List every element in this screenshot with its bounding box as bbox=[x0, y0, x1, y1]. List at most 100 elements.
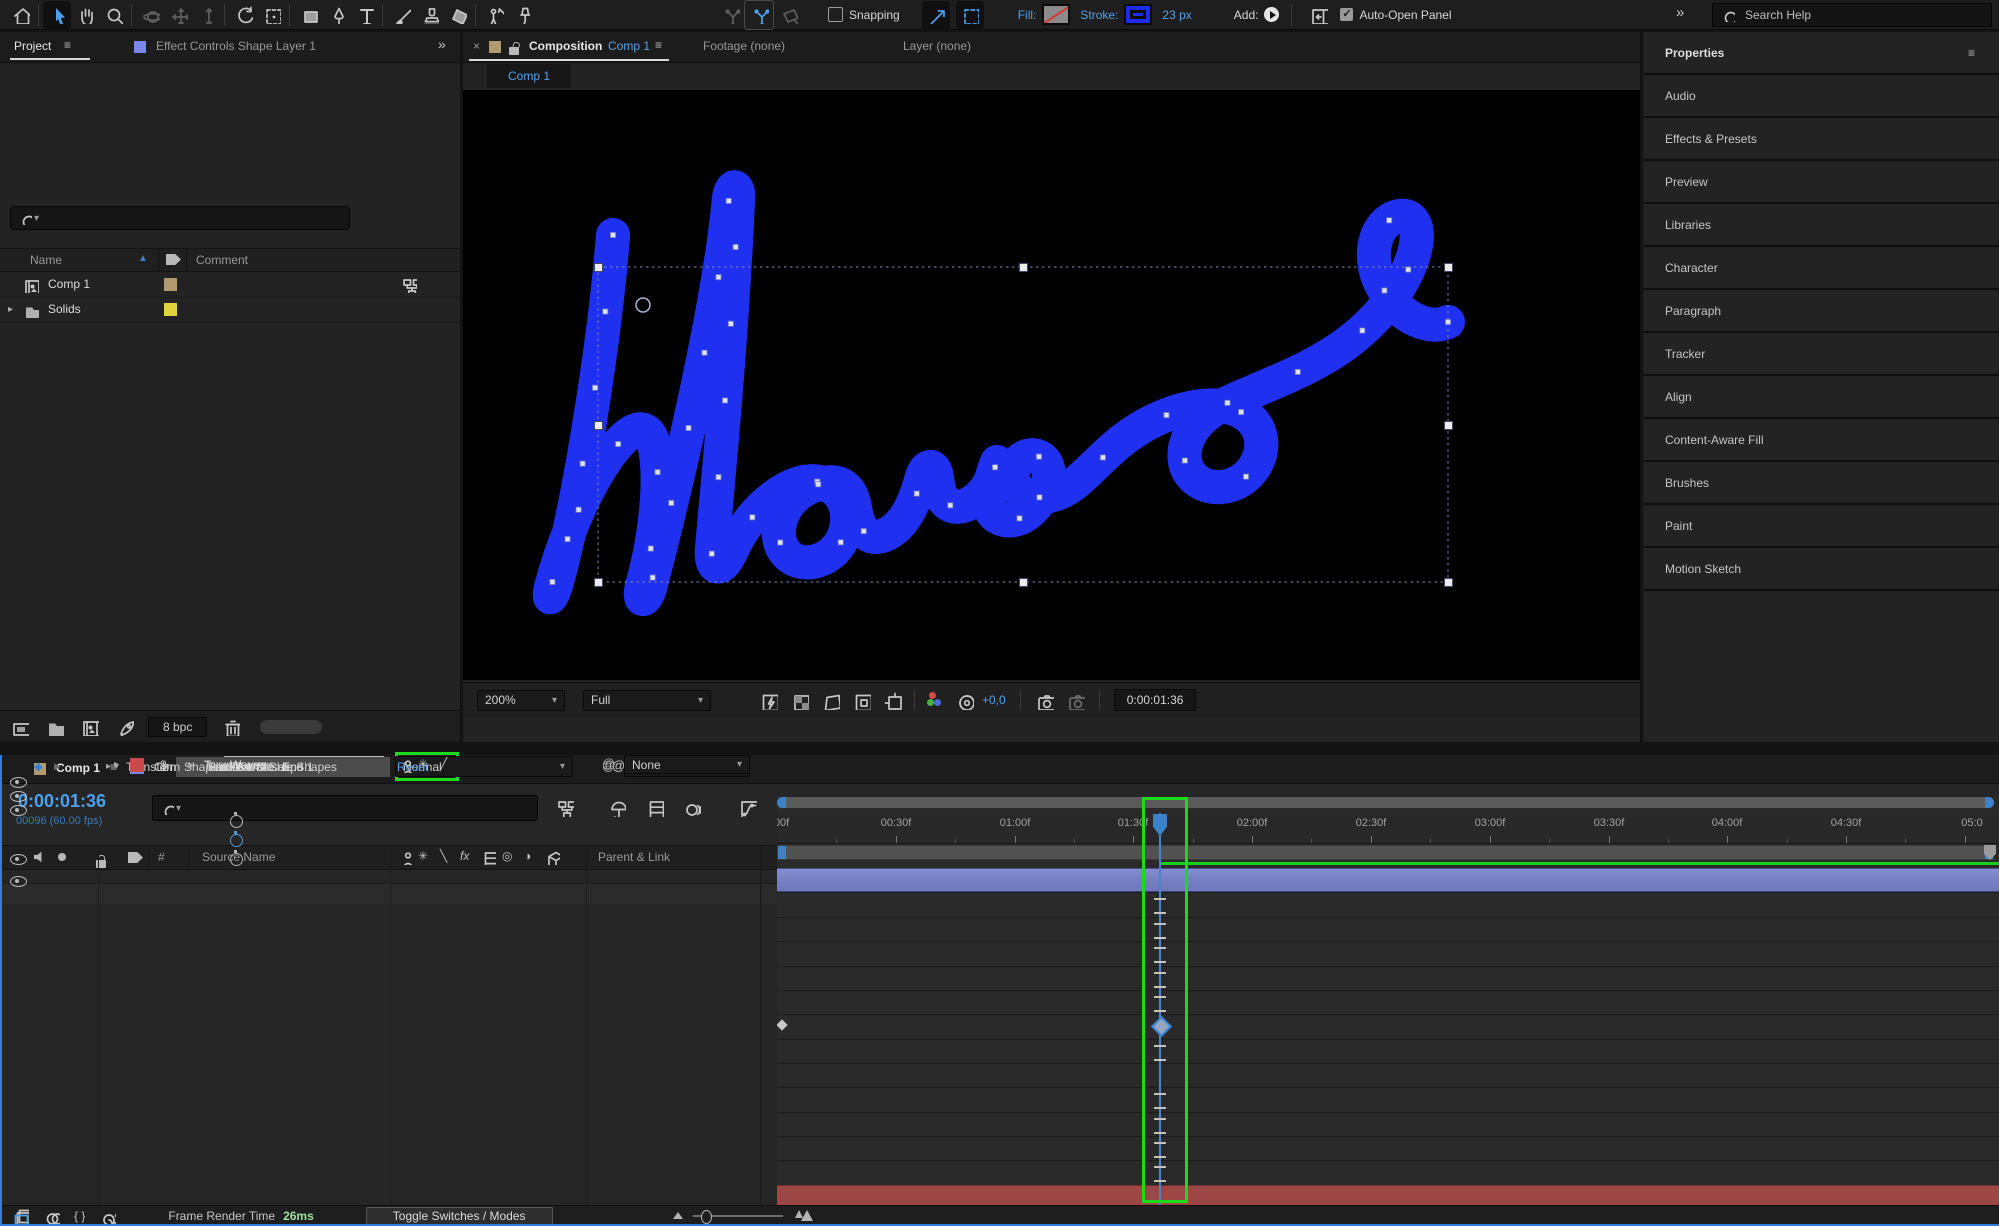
panel-item-brushes[interactable]: Brushes bbox=[1643, 462, 1999, 505]
timeline-search-box[interactable]: ▾ bbox=[152, 795, 538, 821]
keyframe-toggle-icon[interactable]: ◆ bbox=[34, 760, 42, 773]
footer-scrollbar[interactable] bbox=[260, 720, 322, 734]
project-search-box[interactable]: ▾ bbox=[10, 206, 350, 230]
panel-item-libraries[interactable]: Libraries bbox=[1643, 204, 1999, 247]
camera-frame-tool-icon[interactable] bbox=[257, 1, 285, 29]
search-options-chevron-icon[interactable]: ▾ bbox=[34, 213, 39, 224]
lock-open-icon[interactable] bbox=[509, 47, 519, 55]
panel-item-properties[interactable]: Properties ≡ bbox=[1643, 32, 1999, 75]
toolbar-overflow-chevrons[interactable]: » bbox=[1676, 4, 1684, 21]
auto-open-checkbox[interactable]: ✓ bbox=[1340, 8, 1353, 21]
fast-previews-icon[interactable] bbox=[759, 691, 778, 710]
project-item-name[interactable]: Comp 1 bbox=[48, 277, 90, 291]
stopwatch-icon[interactable] bbox=[230, 815, 243, 828]
next-keyframe-icon[interactable]: ▶ bbox=[54, 761, 61, 772]
label-color-swatch[interactable] bbox=[164, 303, 177, 316]
snapshot-icon[interactable] bbox=[1035, 691, 1054, 710]
magnification-dropdown[interactable]: 200%▾ bbox=[477, 690, 565, 711]
expand-chevron-icon[interactable]: ▸ bbox=[8, 304, 13, 315]
project-item-name[interactable]: Solids bbox=[48, 302, 81, 316]
tab-layer[interactable]: Layer (none) bbox=[903, 39, 971, 53]
path1-eye-icon[interactable] bbox=[10, 791, 27, 802]
viewer-tab-comp1[interactable]: Comp 1 bbox=[487, 64, 571, 88]
label-color-swatch[interactable] bbox=[164, 278, 177, 291]
viewer-timecode-box[interactable]: 0:00:01:36 bbox=[1114, 689, 1197, 711]
stopwatch-active-icon[interactable] bbox=[230, 834, 243, 847]
keyframe-icon[interactable] bbox=[777, 1019, 788, 1030]
selection-handle[interactable] bbox=[1444, 421, 1453, 430]
zoom-tool-icon[interactable] bbox=[99, 1, 127, 29]
work-area-start-handle[interactable] bbox=[778, 846, 786, 859]
tab-composition[interactable]: Composition bbox=[529, 39, 602, 53]
fill-swatch[interactable] bbox=[1042, 4, 1070, 25]
search-options-chevron-icon[interactable]: ▾ bbox=[176, 803, 181, 814]
sort-ascending-icon[interactable]: ▲ bbox=[138, 253, 148, 264]
timeline-navigator-bar[interactable] bbox=[777, 797, 1994, 808]
composition-mini-flowchart-icon[interactable] bbox=[555, 798, 574, 817]
frame-blending-icon[interactable] bbox=[645, 798, 664, 817]
channel-dots-icon[interactable] bbox=[927, 691, 945, 709]
expand-layers-icon[interactable] bbox=[12, 1207, 29, 1224]
clone-stamp-tool-icon[interactable] bbox=[415, 1, 443, 29]
selection-tool-icon[interactable] bbox=[43, 1, 71, 29]
zoom-in-mountains-icon[interactable] bbox=[795, 1210, 813, 1221]
type-tool-icon[interactable] bbox=[350, 1, 378, 29]
navigator-end-handle[interactable] bbox=[1985, 797, 1994, 808]
comp-menu-icon[interactable]: ≡ bbox=[655, 38, 662, 52]
snapping-checkbox[interactable] bbox=[828, 7, 843, 22]
rotation-tool-icon[interactable] bbox=[229, 1, 257, 29]
node-tool-icon[interactable] bbox=[716, 1, 744, 29]
layer1-duration-bar[interactable] bbox=[777, 868, 1999, 892]
selection-handle[interactable] bbox=[1019, 263, 1028, 272]
exposure-icon[interactable] bbox=[955, 691, 974, 710]
panel-item-paragraph[interactable]: Paragraph bbox=[1643, 290, 1999, 333]
puppet-pin-tool-icon[interactable] bbox=[508, 1, 536, 29]
shape1-eye-icon[interactable] bbox=[10, 777, 27, 788]
new-composition-icon[interactable] bbox=[80, 717, 99, 736]
snap-arrow-toggle-icon[interactable] bbox=[922, 1, 950, 29]
zoom-out-mountain-icon[interactable] bbox=[673, 1212, 683, 1219]
node-tool-active-icon[interactable] bbox=[744, 0, 774, 30]
column-comment[interactable]: Comment bbox=[196, 253, 248, 267]
transparency-grid-icon[interactable] bbox=[790, 691, 809, 710]
zoom-slider-knob[interactable] bbox=[701, 1210, 712, 1224]
bpc-button[interactable]: 8 bpc bbox=[148, 717, 207, 737]
help-search-box[interactable]: Search Help bbox=[1712, 3, 1992, 27]
stroke-width-value[interactable]: 23 px bbox=[1162, 8, 1191, 22]
tab-effect-controls[interactable]: Effect Controls Shape Layer 1 bbox=[156, 39, 316, 53]
stroke-swatch[interactable] bbox=[1124, 4, 1152, 25]
selection-handle[interactable] bbox=[594, 263, 603, 272]
orbit-camera-tool-icon[interactable] bbox=[136, 1, 164, 29]
panel-item-paint[interactable]: Paint bbox=[1643, 505, 1999, 548]
selection-handle[interactable] bbox=[594, 578, 603, 587]
composition-viewport[interactable] bbox=[463, 90, 1640, 680]
roto-brush-tool-icon[interactable] bbox=[480, 1, 508, 29]
blend-modes-icon[interactable] bbox=[43, 1207, 60, 1224]
project-row-comp1[interactable]: Comp 1 bbox=[0, 272, 460, 298]
fill-label[interactable]: Fill: bbox=[1018, 8, 1037, 22]
column-name[interactable]: Name bbox=[30, 253, 62, 267]
timeline-zoom-slider[interactable] bbox=[693, 1215, 783, 1217]
project-menu-icon[interactable]: ≡ bbox=[64, 38, 71, 52]
panel-item-preview[interactable]: Preview bbox=[1643, 161, 1999, 204]
expressions-icon[interactable]: { } bbox=[74, 1209, 85, 1223]
properties-menu-icon[interactable]: ≡ bbox=[1968, 46, 1975, 60]
pen-tool-icon[interactable] bbox=[322, 1, 350, 29]
resolution-dropdown[interactable]: Full▾ bbox=[583, 690, 711, 711]
motion-blur-icon[interactable] bbox=[682, 798, 701, 817]
toggle-switches-modes-button[interactable]: Toggle Switches / Modes bbox=[366, 1207, 553, 1225]
selection-handle[interactable] bbox=[1444, 578, 1453, 587]
selection-handle[interactable] bbox=[594, 421, 603, 430]
fill1-eye-empty-cell[interactable] bbox=[7, 757, 27, 776]
group-collapsed-chevron-icon[interactable]: ▸ bbox=[188, 761, 193, 772]
interpret-footage-icon[interactable] bbox=[10, 717, 29, 736]
selection-handle[interactable] bbox=[1444, 263, 1453, 272]
tab-footage[interactable]: Footage (none) bbox=[703, 39, 785, 53]
panel-item-content-aware-fill[interactable]: Content-Aware Fill bbox=[1643, 419, 1999, 462]
close-tab-icon[interactable]: × bbox=[473, 39, 480, 53]
rectangle-tool-icon[interactable] bbox=[294, 1, 322, 29]
stroke1-eye-icon[interactable] bbox=[10, 876, 27, 887]
panel-item-audio[interactable]: Audio bbox=[1643, 75, 1999, 118]
current-timecode[interactable]: 0:00:01:36 bbox=[18, 791, 106, 812]
project-overflow-chevrons[interactable]: » bbox=[438, 36, 446, 52]
